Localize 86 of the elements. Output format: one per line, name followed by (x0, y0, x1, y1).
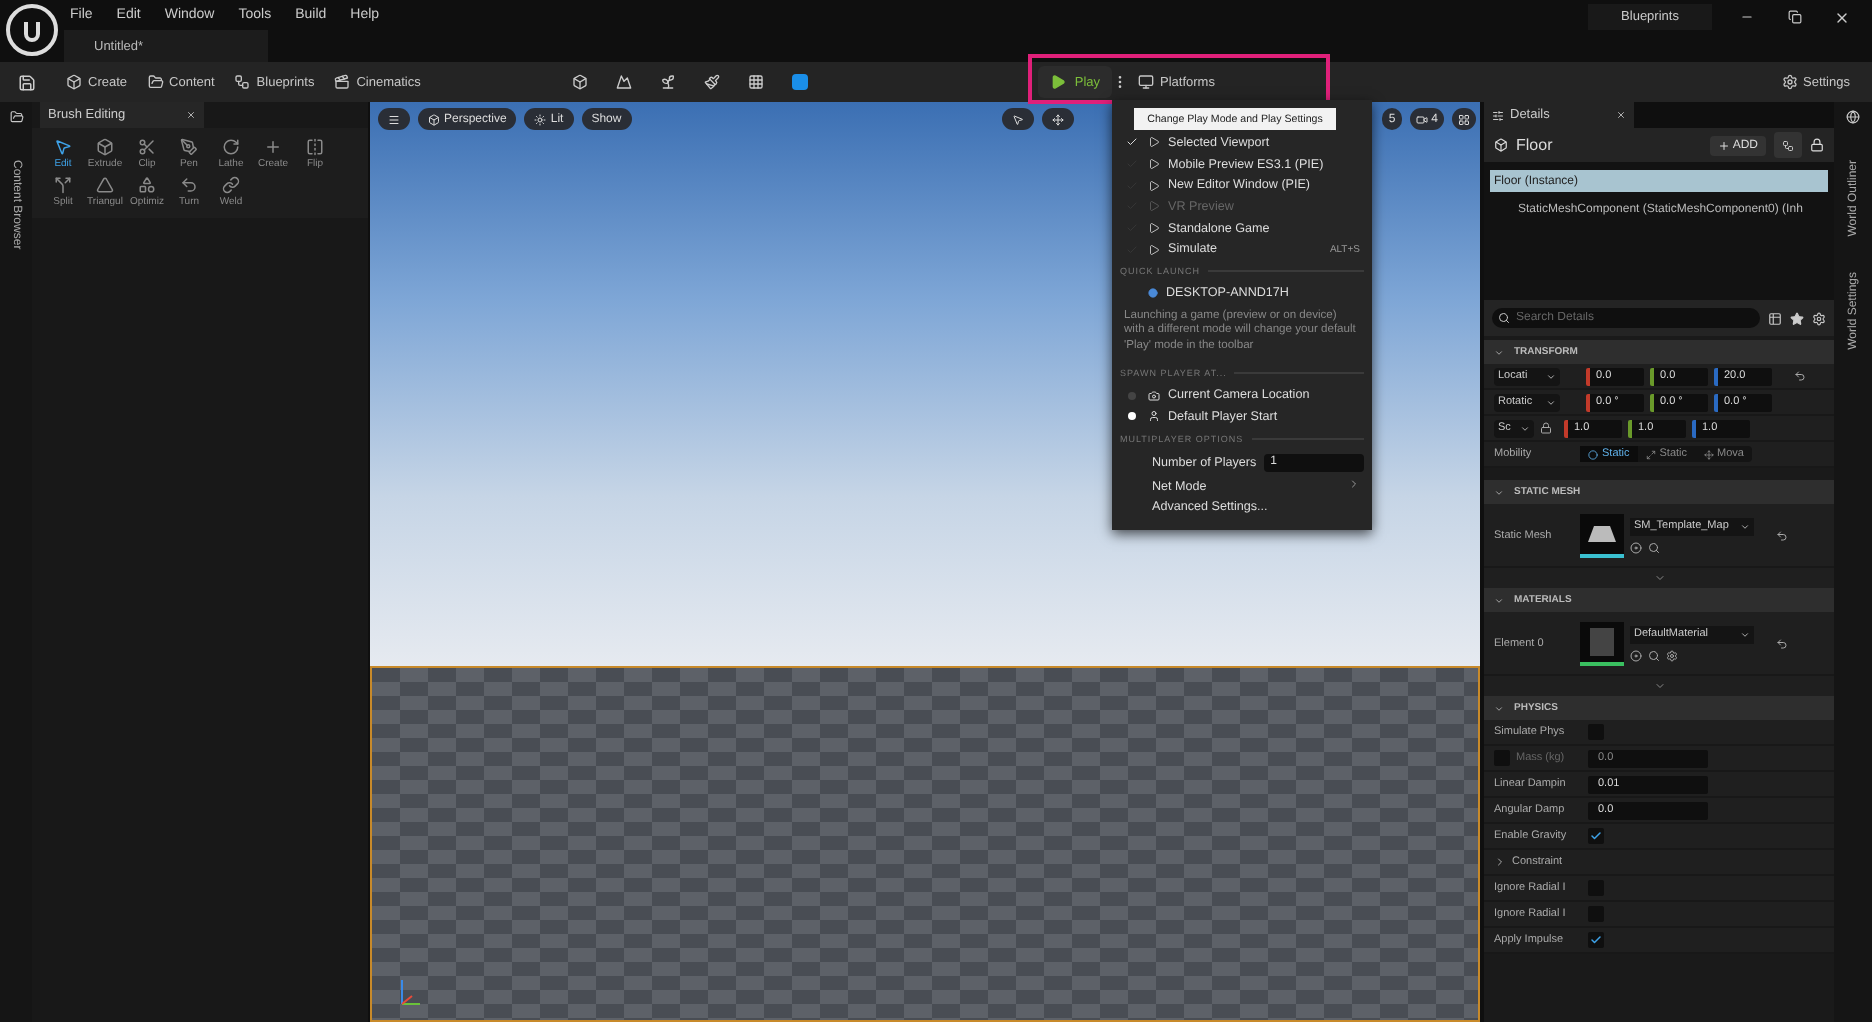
layout-button[interactable] (1452, 108, 1476, 130)
table-icon[interactable] (1768, 311, 1782, 325)
caret-icon (1546, 371, 1556, 381)
rotate-icon (222, 138, 240, 156)
caret-icon (1740, 629, 1750, 639)
reset-icon[interactable] (1794, 370, 1806, 382)
restore-icon (1787, 10, 1801, 24)
nodes-icon (234, 74, 251, 90)
video-camera-icon (1415, 113, 1428, 125)
material-thumbnail[interactable] (1580, 621, 1624, 665)
undo-icon (180, 176, 198, 194)
search-icon[interactable] (1648, 649, 1660, 661)
minimize-icon (1739, 10, 1753, 24)
save-icon (17, 73, 35, 91)
mesh-thumbnail[interactable] (1580, 513, 1624, 557)
axis-gizmo-icon (396, 976, 424, 1008)
person-icon (1148, 410, 1160, 423)
expander-icon[interactable] (1494, 856, 1506, 868)
triangle-icon (96, 176, 114, 194)
camera-icon (1148, 389, 1160, 402)
layout-icon (1458, 113, 1470, 125)
cube-icon (572, 74, 589, 90)
chevron-right-icon (1348, 478, 1360, 491)
blueprint-button[interactable] (1774, 132, 1802, 158)
reset-icon[interactable] (1776, 529, 1788, 541)
viewport-menu-button[interactable] (378, 108, 410, 130)
checkbox[interactable] (1588, 828, 1604, 844)
caret-icon (1520, 423, 1530, 433)
scissors-icon (138, 138, 156, 156)
monitor-icon (1138, 74, 1155, 90)
caret-icon (1740, 521, 1750, 531)
flip-icon (306, 138, 324, 156)
device-dot-icon (1148, 287, 1158, 298)
pen-icon (180, 138, 198, 156)
star-icon[interactable] (1790, 311, 1804, 325)
circle-icon (1588, 449, 1598, 459)
gear-icon[interactable] (1666, 649, 1678, 661)
move-icon (1052, 113, 1065, 125)
clapperboard-icon (334, 74, 351, 90)
play-icon (1050, 74, 1067, 90)
plus-icon (1718, 139, 1731, 151)
lock-icon[interactable] (1810, 138, 1824, 152)
expand-icon (1645, 449, 1656, 459)
engine-logo-icon[interactable] (6, 4, 58, 56)
nodes-icon (1782, 139, 1794, 151)
settings-icon (1781, 74, 1797, 90)
cube-icon (66, 74, 82, 90)
browse-icon[interactable] (1630, 541, 1642, 553)
plus-icon (264, 138, 282, 156)
brush-icon (704, 74, 721, 90)
mountain-icon (616, 74, 633, 90)
folder-icon (147, 74, 164, 90)
cube-icon (1494, 138, 1508, 152)
caret-icon (1494, 703, 1504, 713)
check-icon (1590, 830, 1602, 842)
shapes-icon (138, 176, 156, 194)
sun-icon (534, 113, 547, 125)
link-icon (222, 176, 240, 194)
move-button[interactable] (1042, 108, 1075, 130)
globe-icon (1846, 110, 1860, 124)
caret-icon (1494, 487, 1504, 497)
close-icon (1834, 9, 1850, 25)
pointer-icon (54, 138, 72, 156)
actor-name: Floor (1516, 136, 1553, 154)
caret-icon (1546, 397, 1556, 407)
cube-icon (96, 138, 114, 156)
grid-icon (748, 74, 765, 90)
select-button[interactable] (1002, 108, 1035, 130)
search-icon[interactable] (1648, 541, 1660, 553)
caret-icon (1494, 347, 1504, 357)
sliders-icon (1492, 109, 1504, 121)
cube-icon (428, 113, 440, 125)
caret-icon (1494, 595, 1504, 605)
folder-icon (9, 110, 23, 124)
move-icon (1703, 449, 1714, 459)
check-icon (1590, 934, 1602, 946)
square-icon (792, 74, 809, 90)
menu-icon (388, 113, 400, 125)
plant-icon (660, 74, 677, 90)
lock-icon[interactable] (1540, 422, 1552, 434)
reset-icon[interactable] (1776, 637, 1788, 649)
settings-icon[interactable] (1812, 311, 1826, 325)
pointer-icon (1012, 113, 1025, 125)
browse-icon[interactable] (1630, 649, 1642, 661)
checkbox[interactable] (1588, 932, 1604, 948)
split-icon (54, 176, 72, 194)
